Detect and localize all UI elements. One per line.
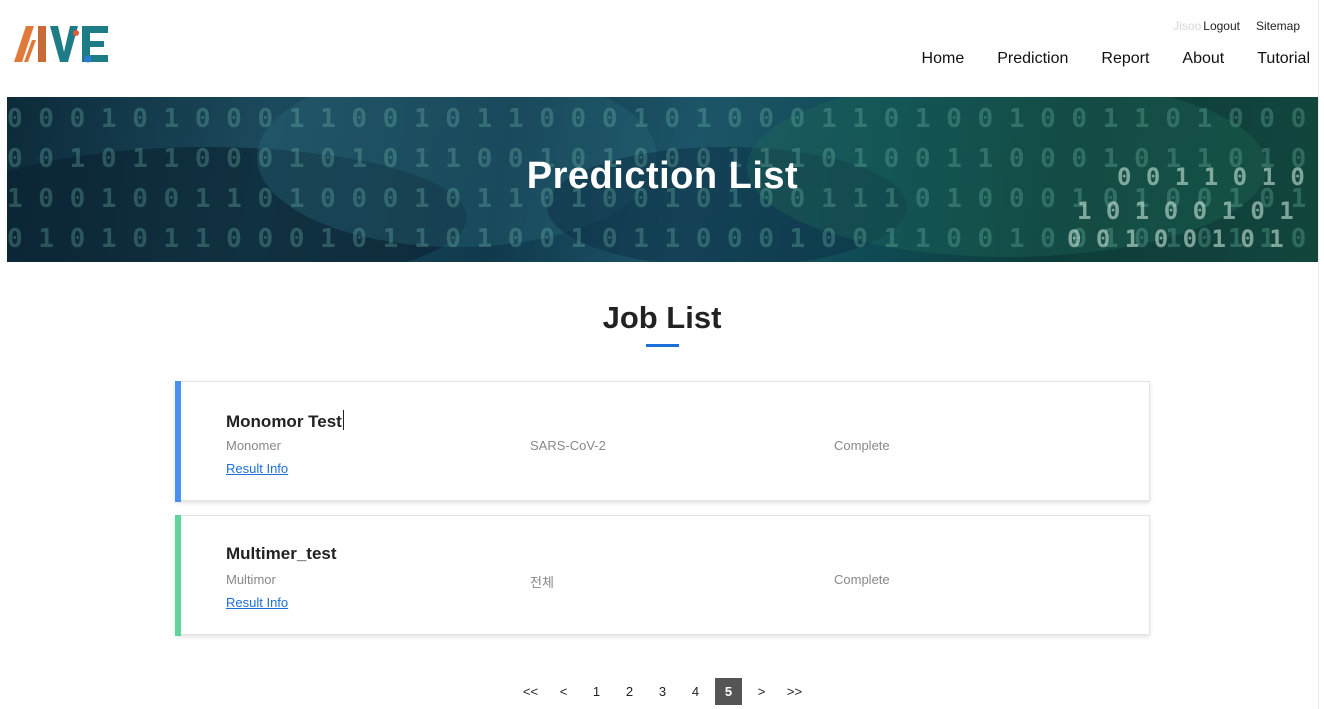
main-nav: Home Prediction Report About Tutorial [922,50,1310,68]
nav-prediction[interactable]: Prediction [997,50,1068,68]
text-cursor [342,410,344,430]
aive-logo[interactable] [12,22,112,66]
user-name: Jisoo [1173,19,1202,33]
result-info-link[interactable]: Result Info [226,461,288,476]
svg-text:0 0 1 0 0 1 0 1: 0 0 1 0 0 1 0 1 [1067,225,1284,253]
nav-home[interactable]: Home [922,50,965,68]
result-info-link[interactable]: Result Info [226,595,288,610]
nav-about[interactable]: About [1182,50,1224,68]
prev-page-button[interactable]: < [550,678,577,705]
section-title: Job List [602,300,722,335]
job-card: Multimer_test Multimor 전체 Complete Resul… [175,515,1150,636]
last-page-button[interactable]: >> [781,678,808,705]
page-banner: 0 0 0 1 0 1 0 0 0 1 1 0 0 1 0 1 1 0 0 0 … [7,97,1318,262]
next-page-button[interactable]: > [748,678,775,705]
title-underline [646,344,679,347]
job-type: Multimor [226,572,276,587]
nav-report[interactable]: Report [1101,50,1149,68]
page-button[interactable]: 2 [616,678,643,705]
pagination: << < 1 2 3 4 5 > >> [517,678,814,705]
site-header: Jisoo Logout Sitemap Home Prediction Rep… [0,0,1324,97]
card-accent-bar [175,381,181,502]
job-title: Multimer_test [226,544,337,564]
svg-text:1 0 1 0 0 1 0 1: 1 0 1 0 0 1 0 1 [1077,197,1294,225]
first-page-button[interactable]: << [517,678,544,705]
banner-title: Prediction List [526,155,799,197]
job-title: Monomor Test [226,410,344,432]
sitemap-link[interactable]: Sitemap [1256,19,1300,33]
job-target: SARS-CoV-2 [530,438,606,453]
page-button[interactable]: 4 [682,678,709,705]
page-button[interactable]: 1 [583,678,610,705]
utility-nav: Jisoo Logout Sitemap [1173,19,1300,33]
job-name: Monomor Test [226,412,342,431]
card-accent-bar [175,515,181,636]
page-button[interactable]: 3 [649,678,676,705]
job-status: Complete [834,572,890,587]
nav-tutorial[interactable]: Tutorial [1257,50,1310,68]
logout-link[interactable]: Logout [1203,19,1240,33]
job-type: Monomer [226,438,281,453]
job-target: 전체 [530,575,554,590]
page-edge-divider [1318,0,1319,709]
job-name: Multimer_test [226,544,337,563]
job-card: Monomor Test Monomer SARS-CoV-2 Complete… [175,381,1150,502]
job-status: Complete [834,438,890,453]
current-page-button[interactable]: 5 [715,678,742,705]
svg-text:0 0 0 1 0 1 0 0 0 1 1 0 0 1 0: 0 0 0 1 0 1 0 0 0 1 1 0 0 1 0 1 1 0 0 0 … [7,104,1318,134]
